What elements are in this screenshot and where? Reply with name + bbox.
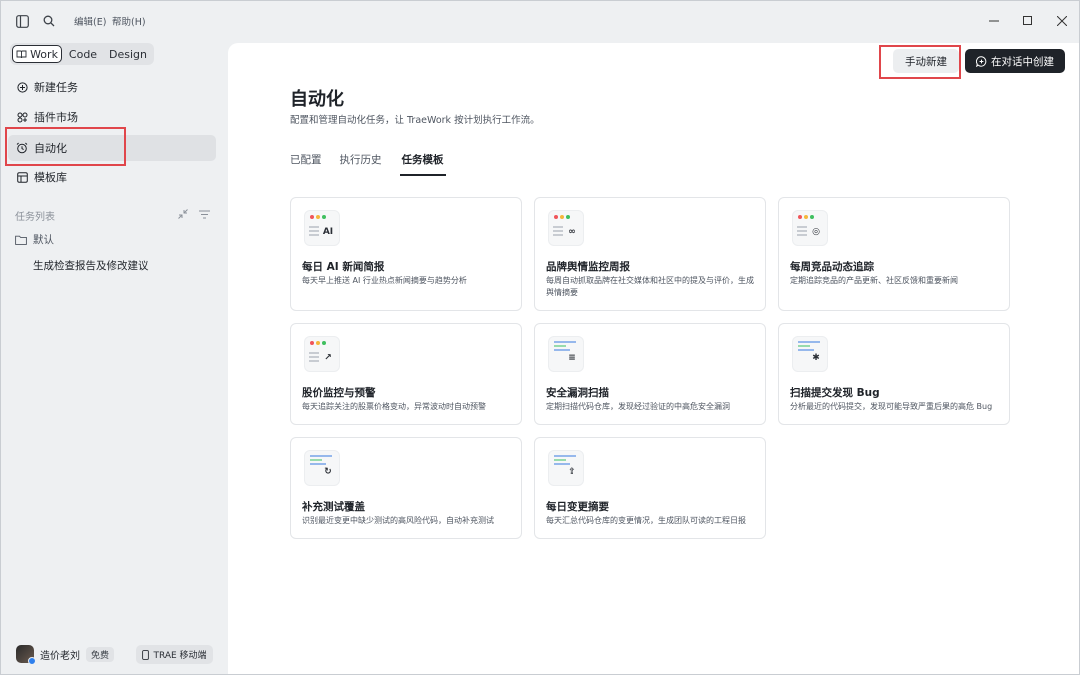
mode-code-tab[interactable]: Code xyxy=(62,45,104,63)
tab-execution-history[interactable]: 执行历史 xyxy=(340,152,382,174)
mode-code-label: Code xyxy=(68,47,98,61)
template-card[interactable]: ✱ 扫描提交发现 Bug 分析最近的代码提交，发现可能导致严重后果的高危 Bug xyxy=(778,323,1010,425)
template-card-title: 每日变更摘要 xyxy=(546,501,609,513)
sidebar-item-label: 自动化 xyxy=(34,142,67,155)
book-icon xyxy=(16,50,27,59)
template-card-title: 安全漏洞扫描 xyxy=(546,387,609,399)
automation-tabs: 已配置 执行历史 任务模板 xyxy=(290,152,464,176)
template-card-description: 分析最近的代码提交，发现可能导致严重后果的高危 Bug xyxy=(790,402,993,411)
template-card[interactable]: ◎ 每周竞品动态追踪定期追踪竞品的产品更新、社区反馈和重要新闻 xyxy=(778,197,1010,311)
phone-icon xyxy=(142,649,150,660)
template-card-title: 补充测试覆盖 xyxy=(302,501,365,513)
template-card-description: 每天汇总代码仓库的变更情况，生成团队可读的工程日报 xyxy=(546,516,746,525)
template-card-title: 每周竞品动态追踪 xyxy=(790,261,874,273)
template-card-title: 每日 AI 新闻简报 xyxy=(302,261,385,273)
sidebar-item-template-library[interactable]: 模板库 xyxy=(8,164,216,190)
search-refresh-icon: ↻ xyxy=(324,467,332,477)
mode-work-tab[interactable]: Work xyxy=(12,45,62,63)
sidebar-item-automation[interactable]: 自动化 xyxy=(8,135,216,161)
trend-chart-icon: ↗ xyxy=(324,353,332,363)
folder-label: 默认 xyxy=(33,234,54,246)
menu-help[interactable]: 帮助(H) xyxy=(112,14,146,28)
template-thumbnail: ≡ xyxy=(548,336,584,372)
sidebar-item-label: 插件市场 xyxy=(34,111,78,124)
maximize-icon[interactable] xyxy=(1017,11,1039,31)
template-card-description: 每周自动抓取品牌在社交媒体和社区中的提及与评价，生成舆情摘要 xyxy=(546,276,754,297)
bug-icon: ✱ xyxy=(812,353,820,363)
close-icon[interactable] xyxy=(1051,11,1073,31)
create-in-chat-button[interactable]: 在对话中创建 xyxy=(965,49,1065,73)
template-card[interactable]: ∞ 品牌舆情监控周报每周自动抓取品牌在社交媒体和社区中的提及与评价，生成舆情摘要 xyxy=(534,197,766,311)
mode-switcher: Work Code Design xyxy=(10,43,154,65)
chat-plus-icon xyxy=(976,55,987,67)
template-thumbnail: ✱ xyxy=(792,336,828,372)
task-list-item[interactable]: 生成检查报告及修改建议 xyxy=(33,258,149,273)
template-card-title: 扫描提交发现 Bug xyxy=(790,387,880,399)
template-thumbnail: ⇪ xyxy=(548,450,584,486)
template-card-description: 每天追踪关注的股票价格变动，异常波动时自动预警 xyxy=(302,402,486,411)
template-card[interactable]: AI 每日 AI 新闻简报每天早上推送 AI 行业热点新闻摘要与趋势分析 xyxy=(290,197,522,311)
collapse-icon[interactable] xyxy=(177,208,189,220)
user-name: 造价老刘 xyxy=(40,650,80,662)
document-upload-icon: ⇪ xyxy=(568,467,576,477)
ai-icon: AI xyxy=(322,227,334,237)
template-card[interactable]: ⇪ 每日变更摘要每天汇总代码仓库的变更情况，生成团队可读的工程日报 xyxy=(534,437,766,539)
template-card-description: 识别最近变更中缺少测试的高风险代码，自动补充测试 xyxy=(302,516,494,525)
template-card[interactable]: ↻ 补充测试覆盖识别最近变更中缺少测试的高风险代码，自动补充测试 xyxy=(290,437,522,539)
template-card-description: 定期追踪竞品的产品更新、社区反馈和重要新闻 xyxy=(790,276,958,285)
search-icon[interactable] xyxy=(40,12,58,30)
minimize-icon[interactable] xyxy=(983,11,1005,31)
plus-circle-icon xyxy=(15,80,29,94)
template-thumbnail: ↗ xyxy=(304,336,340,372)
user-profile[interactable]: 造价老刘 免费 xyxy=(16,645,115,665)
sidebar-item-label: 新建任务 xyxy=(34,81,78,94)
plugin-icon xyxy=(15,110,29,124)
template-thumbnail: ↻ xyxy=(304,450,340,486)
template-thumbnail: AI xyxy=(304,210,340,246)
folder-default[interactable]: 默认 xyxy=(15,232,54,247)
avatar xyxy=(16,645,36,665)
filter-icon[interactable] xyxy=(198,208,210,220)
template-card[interactable]: ≡ 安全漏洞扫描定期扫描代码仓库，发现经过验证的中高危安全漏洞 xyxy=(534,323,766,425)
scan-search-icon: ≡ xyxy=(568,353,576,363)
template-card-description: 定期扫描代码仓库，发现经过验证的中高危安全漏洞 xyxy=(546,402,730,411)
sidebar-item-new-task[interactable]: 新建任务 xyxy=(8,74,216,100)
mobile-app-button[interactable]: TRAE 移动端 xyxy=(136,645,213,664)
template-icon xyxy=(15,170,29,184)
mode-work-label: Work xyxy=(30,47,58,61)
compass-icon: ◎ xyxy=(812,227,820,237)
mode-design-label: Design xyxy=(109,47,147,61)
page-title: 自动化 xyxy=(290,89,344,110)
title-bar: 编辑(E) 帮助(H) xyxy=(0,0,1080,42)
template-card[interactable]: ↗ 股价监控与预警每天追踪关注的股票价格变动，异常波动时自动预警 xyxy=(290,323,522,425)
template-thumbnail: ∞ xyxy=(548,210,584,246)
template-card-description: 每天早上推送 AI 行业热点新闻摘要与趋势分析 xyxy=(302,276,467,285)
template-thumbnail: ◎ xyxy=(792,210,828,246)
template-card-title: 品牌舆情监控周报 xyxy=(546,261,630,273)
task-list-heading: 任务列表 xyxy=(15,212,55,223)
sidebar-item-plugin-market[interactable]: 插件市场 xyxy=(8,104,216,130)
folder-icon xyxy=(15,235,27,245)
template-card-title: 股价监控与预警 xyxy=(302,387,376,399)
create-in-chat-label: 在对话中创建 xyxy=(991,55,1054,68)
mobile-app-label: TRAE 移动端 xyxy=(153,651,207,661)
alarm-clock-icon xyxy=(15,141,29,155)
mode-design-tab[interactable]: Design xyxy=(104,45,152,63)
manual-create-button[interactable]: 手动新建 xyxy=(893,49,959,73)
glasses-icon: ∞ xyxy=(568,227,576,237)
menu-edit[interactable]: 编辑(E) xyxy=(74,14,106,28)
page-subtitle: 配置和管理自动化任务，让 TraeWork 按计划执行工作流。 xyxy=(290,115,540,126)
tab-configured[interactable]: 已配置 xyxy=(290,152,322,174)
tab-task-templates[interactable]: 任务模板 xyxy=(399,152,446,176)
plan-badge: 免费 xyxy=(86,646,115,662)
sidebar-toggle-icon[interactable] xyxy=(13,12,31,30)
sidebar-item-label: 模板库 xyxy=(34,171,67,184)
